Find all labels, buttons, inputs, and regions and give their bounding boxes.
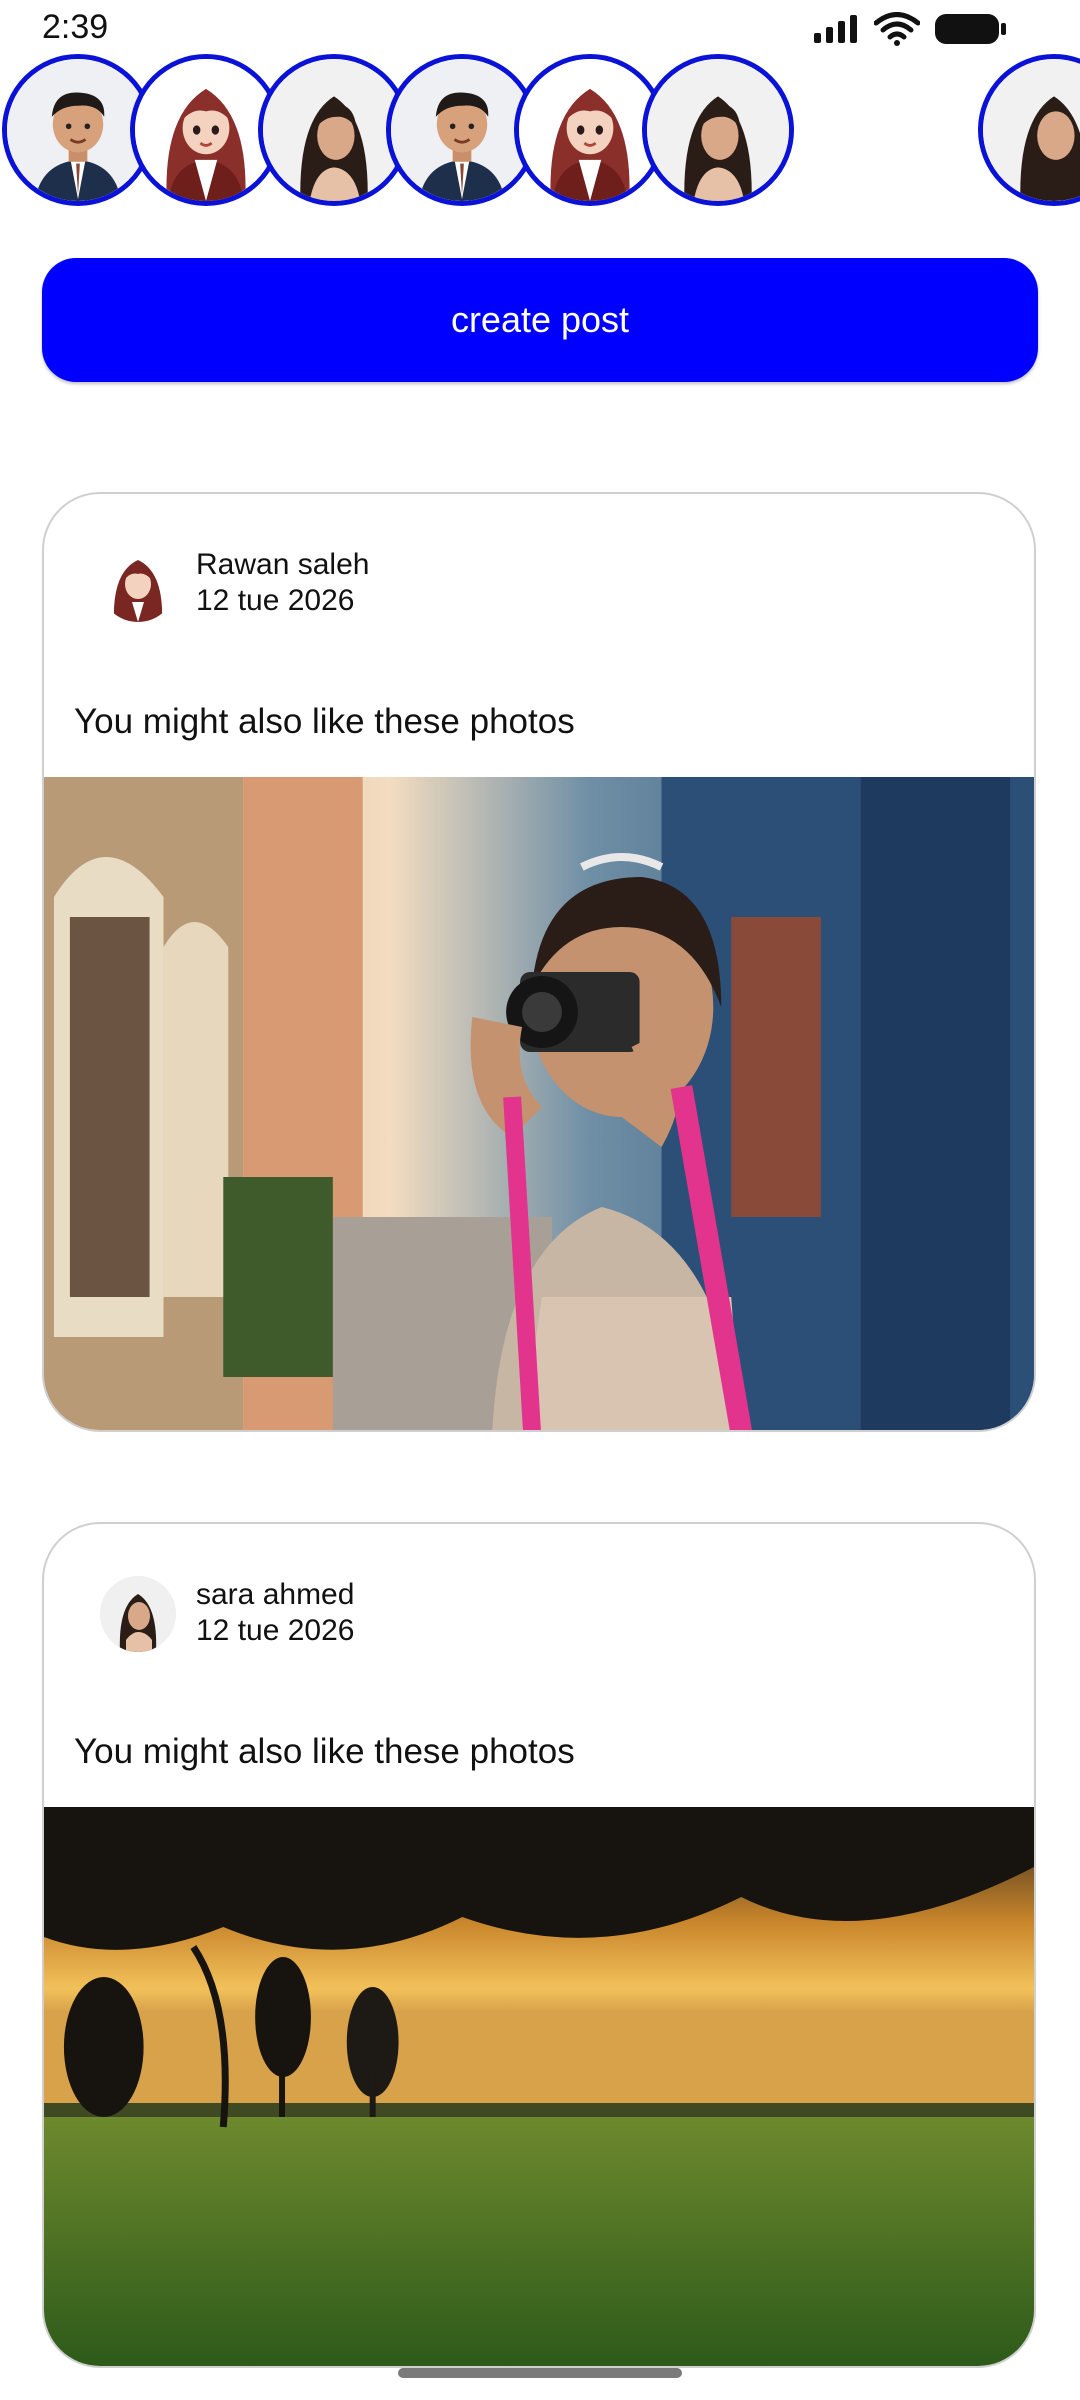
post-card: sara ahmed 12 tue 2026 You might also li… bbox=[42, 1522, 1036, 2368]
post-image-sunset[interactable] bbox=[44, 1807, 1034, 2366]
story-avatar-woman-photo[interactable] bbox=[978, 54, 1080, 206]
avatar[interactable] bbox=[100, 1576, 176, 1652]
status-time: 2:39 bbox=[42, 8, 109, 46]
battery-icon bbox=[935, 14, 1006, 44]
post-caption: You might also like these photos bbox=[74, 1732, 575, 1771]
create-post-button[interactable]: create post bbox=[42, 258, 1038, 382]
story-avatar-woman-photo[interactable] bbox=[642, 54, 794, 206]
post-header: sara ahmed 12 tue 2026 bbox=[44, 1524, 1034, 1664]
post-author[interactable]: sara ahmed bbox=[196, 1578, 354, 1612]
post-card: Rawan saleh 12 tue 2026 You might also l… bbox=[42, 492, 1036, 1432]
post-header: Rawan saleh 12 tue 2026 bbox=[44, 494, 1034, 634]
wifi-icon bbox=[874, 12, 920, 46]
avatar[interactable] bbox=[100, 546, 176, 622]
status-bar: 2:39 bbox=[0, 0, 1080, 56]
post-date: 12 tue 2026 bbox=[196, 584, 355, 617]
status-icons bbox=[812, 12, 1008, 46]
post-date: 12 tue 2026 bbox=[196, 1614, 355, 1647]
stories-row bbox=[0, 54, 1080, 216]
post-caption: You might also like these photos bbox=[74, 702, 575, 741]
post-image-photographer[interactable] bbox=[44, 777, 1034, 1430]
signal-icon bbox=[814, 15, 857, 43]
home-indicator[interactable] bbox=[398, 2368, 682, 2378]
post-author[interactable]: Rawan saleh bbox=[196, 548, 369, 582]
